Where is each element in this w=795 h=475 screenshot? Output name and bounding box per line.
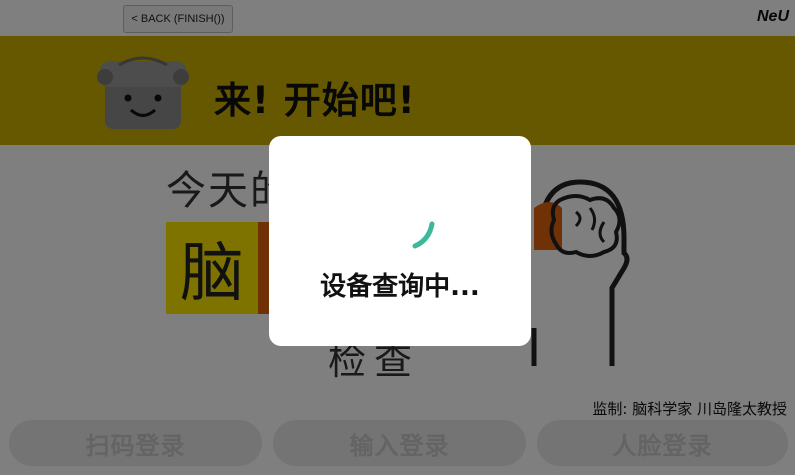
loading-spinner-icon (412, 221, 435, 249)
dialog-message: 设备查询中... (320, 272, 480, 302)
loading-dialog (269, 136, 531, 346)
